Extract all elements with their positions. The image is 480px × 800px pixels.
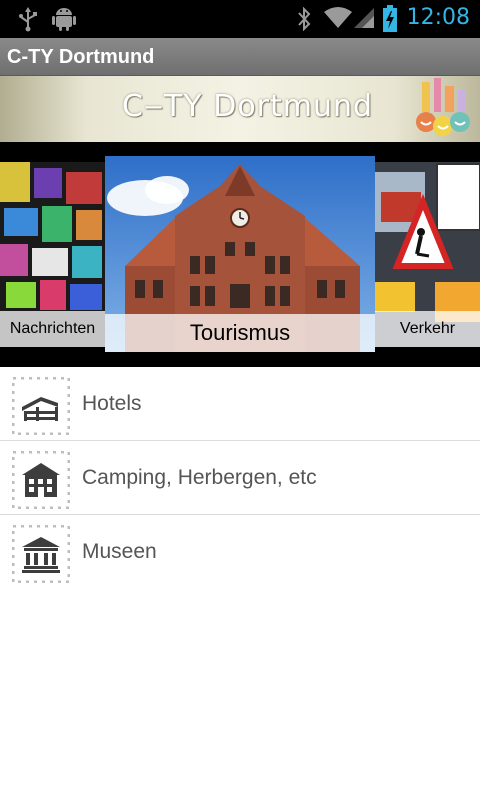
- skyline-mascot-icon: [416, 78, 470, 136]
- carousel-label-selected: Tourismus: [105, 314, 375, 352]
- banner-logo-text: C‒TY Dortmund: [122, 89, 374, 124]
- hostel-icon: [12, 451, 70, 509]
- carousel-label: Nachrichten: [0, 311, 105, 347]
- museum-icon: [12, 525, 70, 583]
- status-bar: 12:08: [0, 0, 480, 38]
- usb-icon: [19, 7, 37, 32]
- bluetooth-icon: [298, 7, 311, 31]
- wifi-icon: [324, 7, 352, 28]
- list-item-label: Camping, Herbergen, etc: [82, 466, 317, 489]
- carousel-item-verkehr[interactable]: Verkehr: [375, 162, 480, 347]
- category-carousel[interactable]: Nachrichten Tourismus Verkehr: [0, 142, 480, 367]
- list-item-label: Museen: [82, 540, 157, 563]
- category-list: Hotels Camping, Herbergen, etc Museen: [0, 367, 480, 588]
- battery-charging-icon: [383, 5, 397, 32]
- app-title-bar: C-TY Dortmund: [0, 38, 480, 76]
- app-banner: C‒TY Dortmund: [0, 76, 480, 142]
- app-title: C-TY Dortmund: [7, 46, 155, 68]
- carousel-label: Verkehr: [375, 311, 480, 347]
- carousel-item-tourismus[interactable]: Tourismus: [105, 156, 375, 352]
- list-item-museen[interactable]: Museen: [0, 515, 480, 588]
- list-item-hotels[interactable]: Hotels: [0, 367, 480, 441]
- hotel-icon: [12, 377, 70, 435]
- list-item-label: Hotels: [82, 392, 142, 415]
- carousel-item-nachrichten[interactable]: Nachrichten: [0, 162, 105, 347]
- android-debug-icon: [52, 8, 76, 31]
- list-item-camping[interactable]: Camping, Herbergen, etc: [0, 441, 480, 515]
- clock: 12:08: [406, 5, 470, 30]
- signal-icon: [354, 8, 374, 28]
